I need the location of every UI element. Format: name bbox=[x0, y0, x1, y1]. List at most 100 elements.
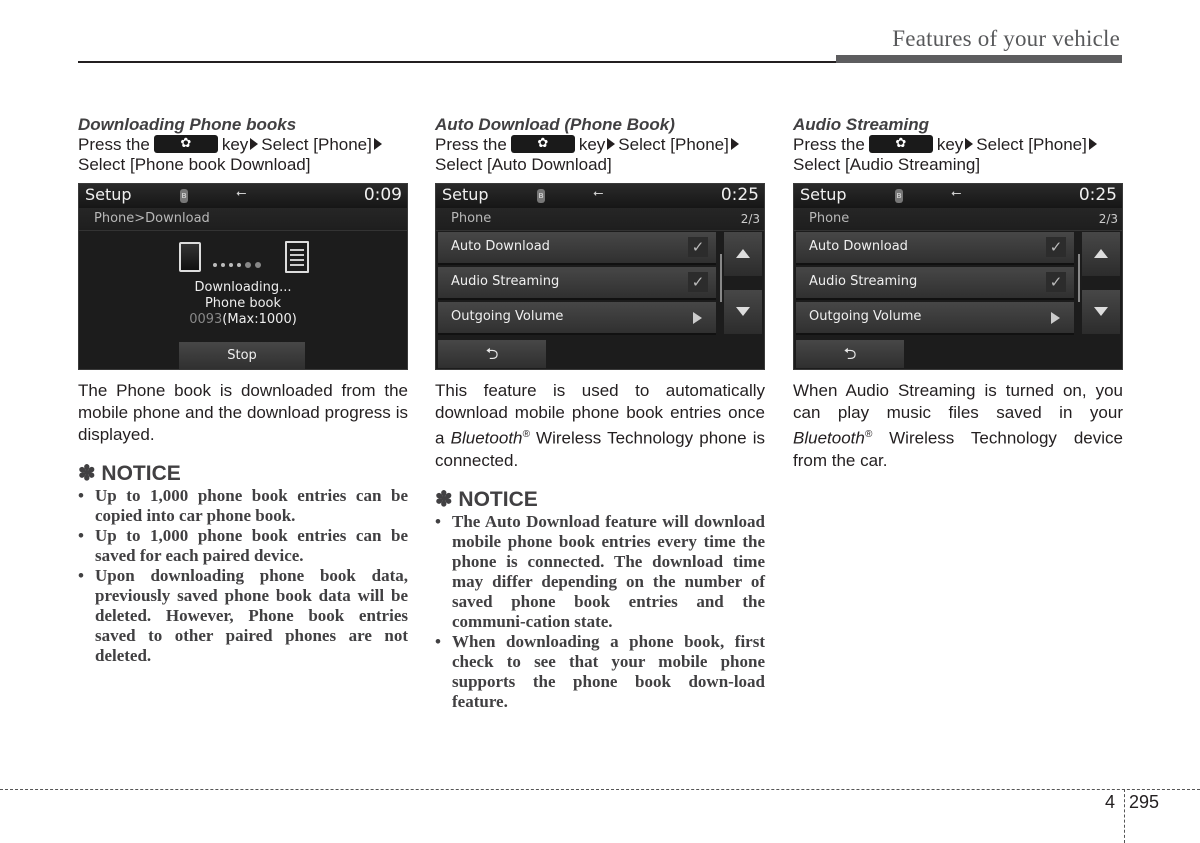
stop-button[interactable]: Stop bbox=[179, 342, 305, 369]
menu-item-label: Outgoing Volume bbox=[451, 309, 564, 324]
screen-time: 0:09 bbox=[363, 185, 402, 205]
instr-step1: Select [Phone] bbox=[976, 135, 1087, 154]
screen-title: Setup bbox=[800, 185, 847, 204]
instr-key: key bbox=[578, 135, 606, 154]
scroll-up-button[interactable] bbox=[724, 232, 762, 276]
checkbox-checked-icon[interactable]: ✓ bbox=[1046, 272, 1066, 292]
setup-key-button: ✿ bbox=[510, 135, 575, 153]
header-bar bbox=[836, 55, 1122, 63]
scroll-down-button[interactable] bbox=[1082, 290, 1120, 334]
instr-pre: Press the bbox=[78, 135, 150, 154]
menu-item-label: Auto Download bbox=[809, 239, 908, 254]
download-count: 0093 bbox=[189, 312, 223, 327]
bullet: • bbox=[78, 526, 84, 545]
gear-icon: ✿ bbox=[537, 135, 549, 150]
checkbox-checked-icon[interactable]: ✓ bbox=[688, 272, 708, 292]
arrow-down-icon bbox=[736, 307, 750, 316]
screen-time: 0:25 bbox=[1078, 185, 1117, 205]
section-title: Audio Streaming bbox=[793, 115, 930, 134]
bullet: • bbox=[78, 486, 84, 505]
bluetooth-icon: ʙ bbox=[895, 189, 903, 203]
progress-dot bbox=[229, 262, 233, 267]
download-target: Phone book bbox=[204, 296, 282, 311]
back-button[interactable]: ⮌ bbox=[796, 340, 904, 368]
notice-item: • Upon downloading phone book data, previ… bbox=[78, 566, 408, 666]
menu-item-audio-streaming[interactable]: Audio Streaming ✓ bbox=[796, 267, 1074, 300]
gear-icon: ✿ bbox=[895, 135, 907, 150]
footer-rule bbox=[0, 789, 1200, 790]
running-header-title: Features of your vehicle bbox=[892, 26, 1120, 51]
arrow-down-icon bbox=[1094, 307, 1108, 316]
screen-status-bar: Setup ʙ ⭠ 0:25 bbox=[794, 184, 1122, 208]
scroll-down-button[interactable] bbox=[724, 290, 762, 334]
arrow-right-icon bbox=[607, 138, 616, 150]
screen-subheader: Phone 2/3 bbox=[436, 208, 764, 231]
instr-pre: Press the bbox=[793, 135, 865, 154]
section-title: Auto Download (Phone Book) bbox=[435, 115, 675, 134]
scrollbar[interactable] bbox=[720, 254, 722, 302]
page-number: 295 bbox=[1129, 792, 1160, 812]
bullet: • bbox=[435, 631, 441, 651]
notice-title: ✽ NOTICE bbox=[78, 462, 181, 485]
progress-dot bbox=[213, 262, 217, 267]
arrow-right-icon bbox=[965, 138, 974, 150]
section-body: The Phone book is downloaded from the mo… bbox=[78, 381, 408, 444]
scrollbar[interactable] bbox=[1078, 254, 1080, 302]
instr-key: key bbox=[936, 135, 964, 154]
arrow-up-icon bbox=[1094, 249, 1108, 258]
menu-item-auto-download[interactable]: Auto Download ✓ bbox=[796, 232, 1074, 265]
download-max: (Max:1000) bbox=[222, 312, 297, 327]
back-icon: ⮌ bbox=[485, 344, 499, 363]
page-indicator: 2/3 bbox=[1098, 212, 1118, 226]
doc-line bbox=[290, 249, 304, 251]
page-indicator: 2/3 bbox=[740, 212, 760, 226]
menu-item-outgoing-volume[interactable]: Outgoing Volume bbox=[438, 302, 716, 335]
header-rule bbox=[78, 61, 838, 63]
notice-item: • When downloading a phone book, first ch… bbox=[435, 632, 765, 712]
notice-item: • Up to 1,000 phone book entries can be s… bbox=[78, 526, 408, 566]
section-body: When Audio Streaming is turned on, you c… bbox=[793, 380, 1123, 472]
usb-icon: ⭠ bbox=[951, 186, 962, 201]
notice-item: • The Auto Download feature will download… bbox=[435, 512, 765, 632]
phonebook-document-icon bbox=[285, 241, 309, 273]
phone-settings-screen: Setup ʙ ⭠ 0:25 Phone 2/3 Auto Download ✓… bbox=[793, 183, 1123, 370]
bullet: • bbox=[435, 511, 441, 531]
progress-dot bbox=[221, 262, 225, 267]
instruction: Press the ✿ key Select [Phone] Select [Auto… bbox=[435, 135, 765, 175]
progress-dot bbox=[245, 261, 251, 268]
instr-step2: Select [Audio Streaming] bbox=[793, 155, 981, 174]
notice-title: ✽ NOTICE bbox=[435, 487, 538, 511]
menu-item-label: Audio Streaming bbox=[809, 274, 918, 289]
checkbox-checked-icon[interactable]: ✓ bbox=[1046, 237, 1066, 257]
menu-item-label: Audio Streaming bbox=[451, 274, 560, 289]
scroll-up-button[interactable] bbox=[1082, 232, 1120, 276]
screen-title: Setup bbox=[85, 185, 132, 204]
section-title: Downloading Phone books bbox=[78, 115, 297, 134]
download-progress: 0093(Max:1000) bbox=[79, 312, 407, 327]
screen-breadcrumb: Phone>Download bbox=[94, 211, 210, 226]
menu-item-audio-streaming[interactable]: Audio Streaming ✓ bbox=[438, 267, 716, 300]
brand-name: Bluetooth bbox=[450, 428, 523, 448]
doc-line bbox=[290, 254, 304, 256]
instr-step1: Select [Phone] bbox=[618, 135, 729, 154]
menu-item-auto-download[interactable]: Auto Download ✓ bbox=[438, 232, 716, 265]
back-button[interactable]: ⮌ bbox=[438, 340, 546, 368]
section-auto-download: Auto Download (Phone Book) Press the ✿ key… bbox=[435, 114, 765, 712]
menu-item-label: Outgoing Volume bbox=[809, 309, 922, 324]
section-body: This feature is used to automatically do… bbox=[435, 380, 765, 472]
section-audio-streaming: Audio Streaming Press the ✿ key Select [Pho… bbox=[793, 114, 1123, 472]
checkbox-checked-icon[interactable]: ✓ bbox=[688, 237, 708, 257]
notice-text: When downloading a phone book, first che… bbox=[452, 631, 765, 711]
chapter-number: 4 bbox=[1105, 792, 1116, 812]
instr-key: key bbox=[221, 135, 249, 154]
doc-line bbox=[290, 259, 304, 261]
arrow-right-icon bbox=[250, 138, 259, 150]
instr-pre: Press the bbox=[435, 135, 507, 154]
menu-item-outgoing-volume[interactable]: Outgoing Volume bbox=[796, 302, 1074, 335]
registered-mark: ® bbox=[522, 429, 530, 440]
instr-step2: Select [Auto Download] bbox=[435, 155, 612, 174]
notice-text: Upon downloading phone book data, previo… bbox=[95, 566, 408, 665]
progress-dot bbox=[237, 262, 241, 267]
notice-list: • Up to 1,000 phone book entries can be c… bbox=[78, 486, 408, 666]
notice-text: Up to 1,000 phone book entries can be co… bbox=[95, 486, 408, 525]
